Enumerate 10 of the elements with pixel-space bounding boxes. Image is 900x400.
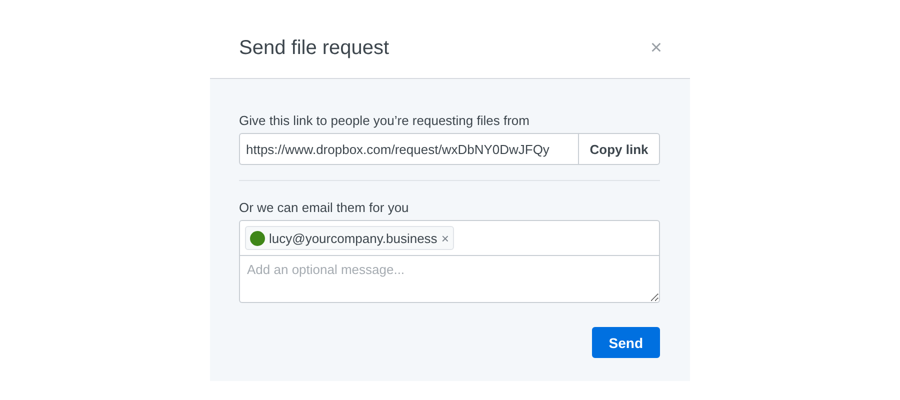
copy-link-button[interactable]: Copy link [578, 133, 660, 165]
remove-button[interactable]: × [441, 230, 449, 246]
dialog-title: Send file request [239, 36, 390, 60]
message-field[interactable]: Add an optional message... [239, 256, 660, 303]
recipient-email: lucy@yourcompany.business [269, 230, 438, 246]
recipient-field[interactable]: lucy@yourcompany.business × [239, 220, 660, 256]
link-field[interactable]: https://www.dropbox.com/request/wxDbNY0DwJFQy [239, 133, 578, 165]
send-button[interactable]: Send [592, 327, 660, 358]
email-label: Or we can email them for you [239, 200, 410, 215]
link-label: Give this link to people you’re requesting files from [239, 113, 530, 128]
